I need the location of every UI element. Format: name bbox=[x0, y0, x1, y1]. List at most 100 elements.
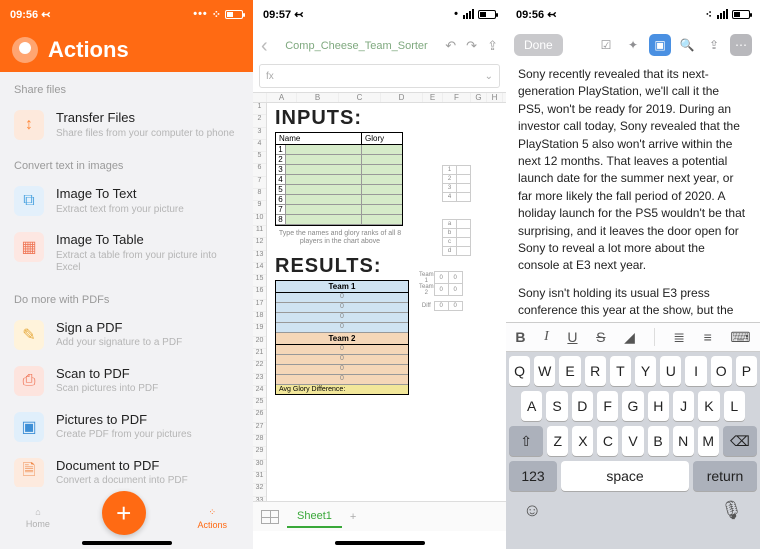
scan-table-icon: ▦ bbox=[14, 232, 44, 262]
paragraph: Sony recently revealed that its next-gen… bbox=[518, 66, 748, 275]
inputs-heading: INPUTS: bbox=[267, 103, 506, 132]
key-q[interactable]: Q bbox=[509, 356, 530, 386]
action-transfer-files[interactable]: ↕ Transfer Files Share files from your c… bbox=[0, 102, 253, 148]
key-a[interactable]: A bbox=[521, 391, 542, 421]
key-h[interactable]: H bbox=[648, 391, 669, 421]
done-button[interactable]: Done bbox=[514, 34, 563, 56]
keyboard: QWERTYUIOP ASDFGHJKL ⇧ ZXCVBNM ⌫ 123 spa… bbox=[506, 352, 760, 549]
key-z[interactable]: Z bbox=[547, 426, 568, 456]
wand-icon[interactable]: ✦ bbox=[622, 34, 644, 56]
key-f[interactable]: F bbox=[597, 391, 618, 421]
home-indicator[interactable] bbox=[82, 541, 172, 545]
home-indicator[interactable] bbox=[335, 541, 425, 545]
plus-icon: + bbox=[116, 498, 131, 529]
tab-bar: ⌂ Home + ⁘ Actions bbox=[0, 487, 253, 549]
avatar[interactable] bbox=[12, 37, 38, 63]
spreadsheet-screen: 09:57 ↢ • ‹ Comp_Cheese_Team_Sorter ↶ ↷ … bbox=[253, 0, 506, 549]
align-button[interactable]: ≡ bbox=[704, 329, 712, 345]
inputs-caption: Type the names and glory ranks of all 8 … bbox=[275, 230, 405, 247]
status-time: 09:56 ↢ bbox=[10, 8, 50, 21]
italic-button[interactable]: I bbox=[544, 329, 549, 345]
space-key[interactable]: space bbox=[561, 461, 689, 491]
more-icon[interactable]: ⋯ bbox=[730, 34, 752, 56]
strike-button[interactable]: S bbox=[596, 329, 605, 345]
side-table-2: abcd bbox=[442, 219, 471, 256]
keyboard-icon[interactable]: ⌨ bbox=[730, 329, 750, 346]
status-bar: 09:57 ↢ • bbox=[253, 0, 506, 28]
redo-icon[interactable]: ↷ bbox=[466, 38, 477, 54]
key-c[interactable]: C bbox=[597, 426, 618, 456]
mic-key[interactable]: 🎙 bbox=[720, 500, 743, 521]
key-m[interactable]: M bbox=[698, 426, 719, 456]
add-sheet-button[interactable]: + bbox=[350, 511, 356, 523]
sheets-icon[interactable] bbox=[261, 510, 279, 524]
section-convert-label: Convert text in images bbox=[0, 148, 253, 178]
key-b[interactable]: B bbox=[648, 426, 669, 456]
key-d[interactable]: D bbox=[572, 391, 593, 421]
highlight-button[interactable]: ◢ bbox=[624, 329, 635, 346]
bold-button[interactable]: B bbox=[515, 329, 525, 345]
action-image-to-table[interactable]: ▦ Image To Table Extract a table from yo… bbox=[0, 224, 253, 282]
fab-add[interactable]: + bbox=[102, 491, 146, 535]
return-key[interactable]: return bbox=[693, 461, 757, 491]
header: Actions bbox=[0, 28, 253, 72]
shift-key[interactable]: ⇧ bbox=[509, 426, 543, 456]
key-i[interactable]: I bbox=[685, 356, 706, 386]
back-button[interactable]: ‹ bbox=[261, 35, 268, 58]
paragraph: Sony isn't holding its usual E3 press co… bbox=[518, 285, 748, 322]
tab-home[interactable]: ⌂ Home bbox=[26, 507, 50, 529]
key-w[interactable]: W bbox=[534, 356, 555, 386]
key-v[interactable]: V bbox=[622, 426, 643, 456]
tab-actions[interactable]: ⁘ Actions bbox=[198, 507, 228, 530]
action-sign-pdf[interactable]: ✎ Sign a PDF Add your signature to a PDF bbox=[0, 312, 253, 358]
status-time: 09:57 ↢ bbox=[263, 8, 303, 21]
key-x[interactable]: X bbox=[572, 426, 593, 456]
key-g[interactable]: G bbox=[622, 391, 643, 421]
key-p[interactable]: P bbox=[736, 356, 757, 386]
key-s[interactable]: S bbox=[546, 391, 567, 421]
key-u[interactable]: U bbox=[660, 356, 681, 386]
sheet-body[interactable]: 1234567891011121314151617181920212223242… bbox=[253, 103, 506, 523]
fx-label: fx bbox=[266, 71, 274, 82]
formula-bar[interactable]: fx ⌄ bbox=[259, 64, 500, 88]
document-icon: 🗎 bbox=[14, 458, 44, 488]
picture-icon: ▣ bbox=[14, 412, 44, 442]
key-e[interactable]: E bbox=[559, 356, 580, 386]
frame-icon[interactable]: ▣ bbox=[649, 34, 671, 56]
undo-icon[interactable]: ↶ bbox=[445, 38, 456, 54]
numbers-key[interactable]: 123 bbox=[509, 461, 557, 491]
underline-button[interactable]: U bbox=[567, 329, 577, 345]
key-y[interactable]: Y bbox=[635, 356, 656, 386]
emoji-key[interactable]: ☺ bbox=[523, 500, 541, 521]
inputs-table[interactable]: NameGlory 12345678 bbox=[275, 132, 403, 226]
key-o[interactable]: O bbox=[711, 356, 732, 386]
key-t[interactable]: T bbox=[610, 356, 631, 386]
action-scan-pdf[interactable]: ⎙ Scan to PDF Scan pictures into PDF bbox=[0, 358, 253, 404]
key-n[interactable]: N bbox=[673, 426, 694, 456]
key-l[interactable]: L bbox=[724, 391, 745, 421]
key-k[interactable]: K bbox=[698, 391, 719, 421]
search-icon[interactable]: 🔍 bbox=[676, 34, 698, 56]
key-r[interactable]: R bbox=[585, 356, 606, 386]
scan-text-icon: ⧉ bbox=[14, 186, 44, 216]
section-share-label: Share files bbox=[0, 72, 253, 102]
checklist-icon[interactable]: ☑ bbox=[595, 34, 617, 56]
grid-icon: ⁘ bbox=[209, 507, 217, 518]
key-j[interactable]: J bbox=[673, 391, 694, 421]
actions-screen: 09:56 ↢ ••• ⁘ Actions Share files ↕ Tran… bbox=[0, 0, 253, 549]
action-pictures-pdf[interactable]: ▣ Pictures to PDF Create PDF from your p… bbox=[0, 404, 253, 450]
side-table-1: 1234 bbox=[442, 165, 471, 202]
cellular-icon: ••• bbox=[193, 8, 208, 20]
share-icon[interactable]: ⇪ bbox=[487, 38, 498, 54]
backspace-key[interactable]: ⌫ bbox=[723, 426, 757, 456]
sheet-tab-1[interactable]: Sheet1 bbox=[287, 506, 342, 528]
signal-icon bbox=[463, 9, 474, 19]
document-body[interactable]: Sony recently revealed that its next-gen… bbox=[506, 62, 760, 322]
action-image-to-text[interactable]: ⧉ Image To Text Extract text from your p… bbox=[0, 178, 253, 224]
column-headers: ABCDEFGH bbox=[253, 92, 506, 103]
doc-header: ‹ Comp_Cheese_Team_Sorter ↶ ↷ ⇪ bbox=[253, 28, 506, 64]
export-icon[interactable]: ⇪ bbox=[703, 34, 725, 56]
list-button[interactable]: ≣ bbox=[673, 329, 685, 346]
chevron-down-icon[interactable]: ⌄ bbox=[485, 71, 493, 82]
home-icon: ⌂ bbox=[35, 507, 40, 517]
